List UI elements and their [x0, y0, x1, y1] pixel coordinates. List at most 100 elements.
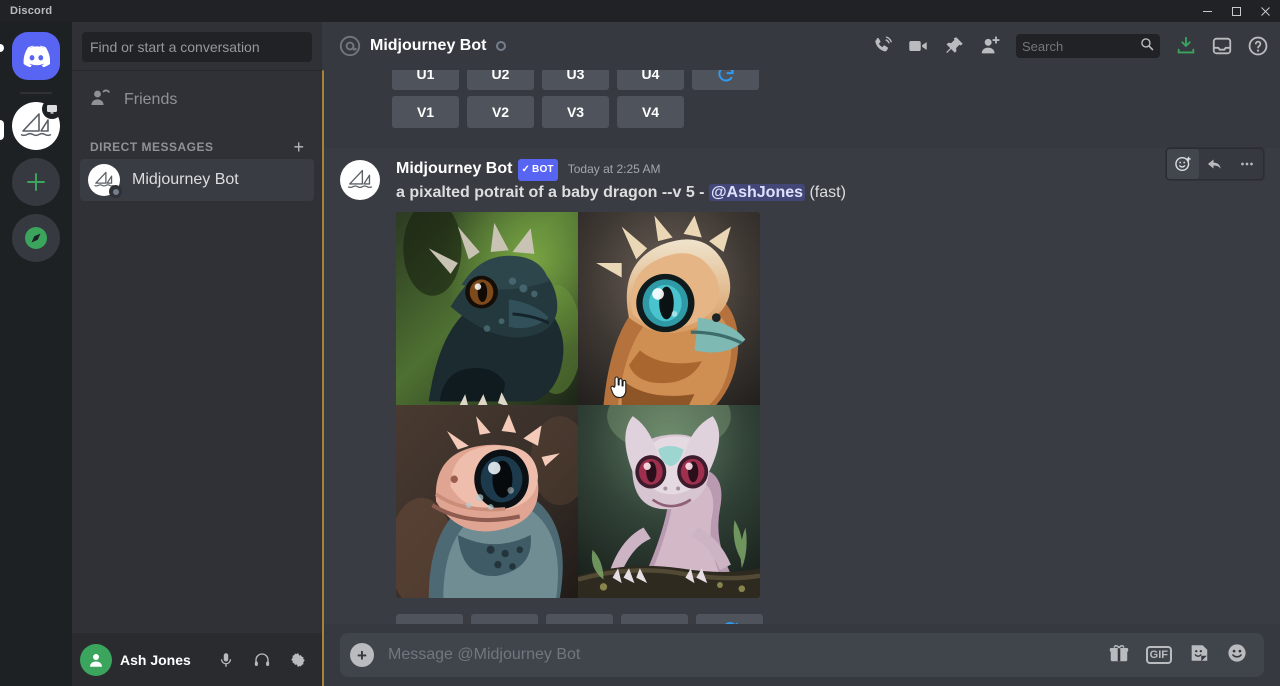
message-timestamp: Today at 2:25 AM	[567, 162, 661, 176]
sticker-icon[interactable]	[1188, 642, 1210, 669]
explore-servers-icon[interactable]	[12, 214, 60, 262]
search-input[interactable]: Search	[1016, 34, 1160, 58]
upscale-button-u2-prev[interactable]: U2	[467, 70, 534, 90]
at-symbol-icon	[338, 34, 362, 58]
status-indicator-offline	[109, 185, 122, 198]
start-video-call-icon[interactable]	[904, 32, 932, 60]
generated-image-1[interactable]	[396, 212, 578, 405]
search-icon	[1140, 37, 1154, 56]
close-button[interactable]	[1251, 0, 1280, 22]
avatar	[88, 164, 122, 198]
home-pill-indicator	[0, 44, 4, 52]
reply-icon[interactable]	[1199, 149, 1231, 179]
variation-button-v4[interactable]: V4	[617, 96, 684, 128]
discord-home-icon[interactable]	[12, 32, 60, 80]
message-group: Midjourney Bot ✓ BOT Today at 2:25 AM a p…	[324, 148, 1280, 654]
find-conversation-placeholder: Find or start a conversation	[90, 39, 260, 55]
friends-label: Friends	[124, 91, 178, 108]
message-mode-label: (fast)	[809, 184, 846, 201]
direct-messages-label: DIRECT MESSAGES	[90, 140, 214, 154]
message-input[interactable]: + Message @Midjourney Bot GIF	[340, 633, 1264, 677]
channel-status-ring-icon	[496, 41, 507, 51]
headphones-icon[interactable]	[246, 644, 278, 676]
channel-header: Midjourney Bot Search	[322, 22, 1280, 70]
variation-button-v2[interactable]: V2	[467, 96, 534, 128]
sidebar-divider	[72, 70, 322, 71]
user-panel: Ash Jones	[72, 633, 322, 686]
message-hover-toolbar	[1166, 148, 1264, 180]
inbox-icon[interactable]	[1208, 32, 1236, 60]
dm-sidebar: Find or start a conversation Friends DIR…	[72, 22, 322, 686]
more-options-icon[interactable]	[1231, 149, 1263, 179]
app-brand-label: Discord	[10, 5, 53, 17]
gear-icon[interactable]	[282, 644, 314, 676]
pinned-messages-icon[interactable]	[940, 32, 968, 60]
title-bar: Discord	[0, 0, 1280, 22]
user-panel-controls	[210, 644, 314, 676]
message-prompt-text: a pixalted potrait of a baby dragon --v …	[396, 184, 695, 201]
generated-image-2[interactable]	[578, 212, 760, 405]
message-input-placeholder: Message @Midjourney Bot	[388, 646, 581, 663]
bot-badge: ✓ BOT	[518, 159, 558, 181]
variation-button-v3[interactable]: V3	[542, 96, 609, 128]
message-composer-bar: + Message @Midjourney Bot GIF	[324, 624, 1280, 686]
friends-icon	[88, 86, 112, 115]
bot-badge-check: ✓	[521, 164, 531, 175]
upscale-button-u4-prev[interactable]: U4	[617, 70, 684, 90]
generated-image-grid[interactable]	[396, 212, 760, 598]
user-mention[interactable]: @AshJones	[708, 184, 806, 201]
attach-file-icon[interactable]: +	[350, 643, 374, 667]
message-list[interactable]: U1 U2 U3 U4 V1 V2 V3 V4 Midjourney Bot ✓…	[324, 70, 1280, 662]
dm-list-item-label: Midjourney Bot	[132, 171, 239, 188]
current-user-name: Ash Jones	[120, 651, 191, 668]
window-controls	[1193, 0, 1280, 22]
current-user-avatar[interactable]	[80, 643, 112, 676]
start-voice-call-icon[interactable]	[868, 32, 896, 60]
generated-image-grid-wrapper	[396, 212, 760, 598]
previous-upscale-button-row: U1 U2 U3 U4	[392, 70, 1280, 90]
composer-icons: GIF	[1108, 642, 1248, 669]
midjourney-server-icon[interactable]	[12, 99, 62, 150]
find-conversation-input[interactable]: Find or start a conversation	[82, 32, 312, 62]
direct-messages-section-header: DIRECT MESSAGES +	[72, 122, 322, 158]
gif-icon[interactable]: GIF	[1145, 646, 1172, 664]
bot-badge-label: BOT	[532, 164, 554, 175]
add-server-icon[interactable]	[12, 158, 60, 206]
channel-header-actions: Search	[868, 32, 1272, 60]
inbox-download-icon[interactable]	[1172, 32, 1200, 60]
upscale-button-u1-prev[interactable]: U1	[392, 70, 459, 90]
maximize-button[interactable]	[1222, 0, 1251, 22]
dm-list-item-midjourney-bot[interactable]: Midjourney Bot	[80, 159, 314, 201]
sidebar-item-friends[interactable]: Friends	[80, 79, 314, 121]
server-activity-badge-icon	[42, 99, 62, 119]
page-title: Midjourney Bot	[370, 37, 487, 54]
previous-variation-button-row: V1 V2 V3 V4	[392, 90, 1280, 128]
add-friends-to-dm-icon[interactable]	[976, 32, 1004, 60]
previous-message-actions: U1 U2 U3 U4 V1 V2 V3 V4	[324, 70, 1280, 140]
generated-image-4[interactable]	[578, 405, 760, 598]
variation-button-v1[interactable]: V1	[392, 96, 459, 128]
help-icon[interactable]	[1244, 32, 1272, 60]
minimize-button[interactable]	[1193, 0, 1222, 22]
message-content: Midjourney Bot ✓ BOT Today at 2:25 AM a p…	[324, 148, 1280, 646]
reroll-button-prev[interactable]	[692, 70, 759, 90]
upscale-button-u3-prev[interactable]: U3	[542, 70, 609, 90]
message-author-name[interactable]: Midjourney Bot	[396, 159, 512, 179]
message-separator: -	[694, 184, 709, 201]
add-reaction-icon[interactable]	[1167, 149, 1199, 179]
rail-divider	[20, 92, 52, 94]
create-dm-icon[interactable]: +	[293, 138, 312, 156]
message-author-avatar[interactable]	[340, 160, 380, 200]
dm-search-wrapper: Find or start a conversation	[72, 22, 322, 70]
microphone-icon[interactable]	[210, 644, 242, 676]
gift-icon[interactable]	[1108, 642, 1130, 669]
generated-image-3[interactable]	[396, 405, 578, 598]
server-pill-indicator	[0, 120, 4, 140]
search-placeholder: Search	[1022, 38, 1064, 54]
message-header: Midjourney Bot ✓ BOT Today at 2:25 AM	[396, 158, 1232, 181]
emoji-icon[interactable]	[1226, 642, 1248, 669]
message-body: a pixalted potrait of a baby dragon --v …	[396, 182, 1232, 204]
server-rail	[0, 22, 72, 686]
discord-window: Discord Find or start a conversation Fri…	[0, 0, 1280, 686]
chat-column: Midjourney Bot Search U1 U2 U3 U4 V1 V2 …	[322, 22, 1280, 686]
